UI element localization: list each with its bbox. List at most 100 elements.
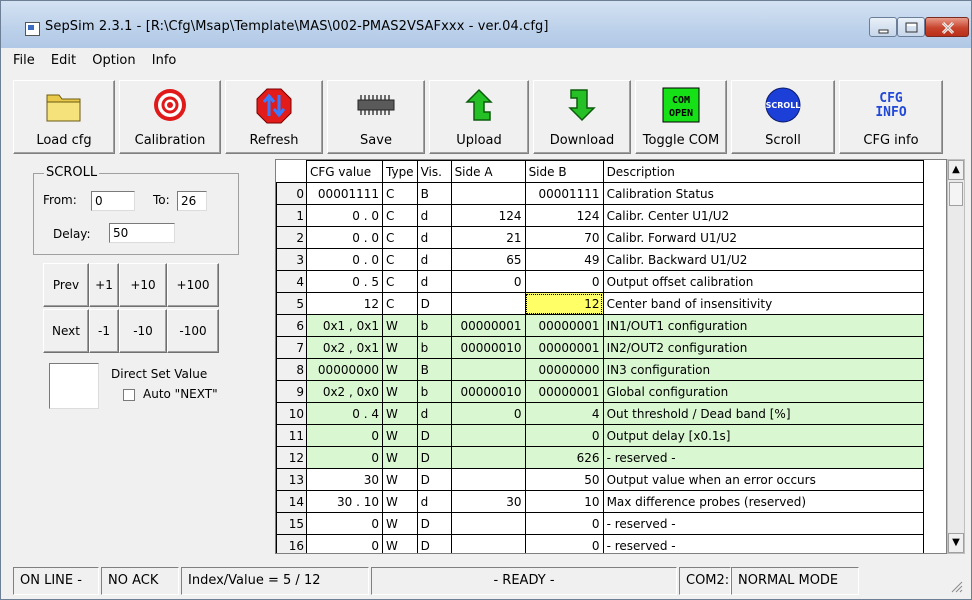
side-b-cell[interactable]: 10 <box>524 490 604 513</box>
cfg-value-cell[interactable]: 0x2 , 0x0 <box>306 380 383 403</box>
download-button[interactable]: Download <box>533 80 631 154</box>
menu-file[interactable]: File <box>13 53 35 68</box>
cfg-value-cell[interactable]: 30 <box>306 468 383 491</box>
resize-grip-icon[interactable] <box>951 581 963 593</box>
side-a-cell[interactable] <box>450 424 526 447</box>
minus-100-button[interactable]: -100 <box>167 309 219 353</box>
table-row[interactable]: 10 0 . 4 Wd 0 4 Out threshold / Dead band [%] <box>276 402 924 425</box>
refresh-button[interactable]: Refresh <box>225 80 323 154</box>
side-a-cell[interactable]: 65 <box>450 248 526 271</box>
plus-10-button[interactable]: +10 <box>119 263 167 307</box>
menu-option[interactable]: Option <box>92 53 135 68</box>
cfg-value-cell[interactable]: 0 <box>306 424 383 447</box>
table-row[interactable]: 5 12 C D 12 Center band of insensitivity <box>276 292 924 315</box>
side-b-cell[interactable]: 00000001 <box>524 314 604 337</box>
scroll-button[interactable]: SCROLL Scroll <box>731 80 835 154</box>
side-b-cell[interactable]: 0 <box>524 534 604 553</box>
direct-set-value-field[interactable] <box>49 363 99 409</box>
scroll-thumb[interactable] <box>949 182 963 206</box>
side-a-cell[interactable]: 21 <box>450 226 526 249</box>
cfg-value-cell[interactable]: 0x2 , 0x1 <box>306 336 383 359</box>
side-a-cell[interactable] <box>450 512 526 535</box>
cfg-value-cell[interactable]: 0x1 , 0x1 <box>306 314 383 337</box>
cfg-value-cell[interactable]: 0 . 0 <box>306 204 383 227</box>
side-b-cell[interactable]: 0 <box>524 424 604 447</box>
side-b-cell[interactable]: 12 <box>524 292 604 315</box>
load-cfg-button[interactable]: Load cfg <box>13 80 115 154</box>
table-row[interactable]: 14 30 . 10 Wd 30 10 Max difference probes (re… <box>276 490 924 513</box>
side-b-cell[interactable]: 00000001 <box>524 336 604 359</box>
col-side-a[interactable]: Side A <box>450 160 526 183</box>
table-row[interactable]: 10 . 0 Cd 124 124 Calibr. Center U1/U2 <box>276 204 924 227</box>
toggle-com-button[interactable]: COM OPEN Toggle COM <box>635 80 727 154</box>
cfg-value-cell[interactable]: 0 <box>306 512 383 535</box>
cfg-value-cell[interactable]: 0 . 0 <box>306 248 383 271</box>
delay-field[interactable]: 50 <box>109 223 175 243</box>
table-row[interactable]: 8 00000000 W B 00000000 IN3 configuration <box>276 358 924 381</box>
plus-1-button[interactable]: +1 <box>89 263 119 307</box>
table-row[interactable]: 40 . 5 Cd 0 0 Output offset calibration <box>276 270 924 293</box>
table-row[interactable]: 11 0 W D 0 Output delay [x0.1s] <box>276 424 924 447</box>
side-b-cell[interactable]: 626 <box>524 446 604 469</box>
scroll-down-icon[interactable]: ▼ <box>948 533 964 553</box>
plus-100-button[interactable]: +100 <box>167 263 219 307</box>
table-row[interactable]: 7 0x2 , 0x1 Wb 00000010 00000001 IN2/OUT2 con… <box>276 336 924 359</box>
cfg-value-cell[interactable]: 0 . 5 <box>306 270 383 293</box>
cfg-value-cell[interactable]: 00000000 <box>306 358 383 381</box>
auto-next-checkbox[interactable] <box>123 389 135 401</box>
side-b-cell[interactable]: 49 <box>524 248 604 271</box>
side-a-cell[interactable] <box>450 446 526 469</box>
side-a-cell[interactable] <box>450 358 526 381</box>
side-b-cell[interactable]: 0 <box>524 512 604 535</box>
maximize-button[interactable] <box>897 17 925 37</box>
table-row[interactable]: 16 0 W D 0- reserved - <box>276 534 924 553</box>
side-a-cell[interactable]: 124 <box>450 204 526 227</box>
cfg-value-cell[interactable]: 0 . 0 <box>306 226 383 249</box>
to-field[interactable]: 26 <box>177 191 207 211</box>
side-a-cell[interactable] <box>450 468 526 491</box>
cfg-value-cell[interactable]: 0 . 4 <box>306 402 383 425</box>
side-b-cell[interactable]: 124 <box>524 204 604 227</box>
col-vis[interactable]: Vis. <box>416 160 452 183</box>
from-field[interactable]: 0 <box>91 191 135 211</box>
side-a-cell[interactable] <box>450 182 526 205</box>
side-a-cell[interactable]: 00000010 <box>450 336 526 359</box>
table-row[interactable]: 15 0 W D 0- reserved - <box>276 512 924 535</box>
save-button[interactable]: Save <box>327 80 425 154</box>
calibration-button[interactable]: Calibration <box>119 80 221 154</box>
menu-info[interactable]: Info <box>152 53 177 68</box>
table-row[interactable]: 13 30 W D 50 Output value when an error occur… <box>276 468 924 491</box>
table-row[interactable]: 6 0x1 , 0x1 Wb 00000001 00000001 IN1/OUT1 con… <box>276 314 924 337</box>
cfg-value-cell[interactable]: 30 . 10 <box>306 490 383 513</box>
table-row[interactable]: 30 . 0 Cd 65 49 Calibr. Backward U1/U2 <box>276 248 924 271</box>
vertical-scrollbar[interactable]: ▲ ▼ <box>947 159 965 554</box>
side-a-cell[interactable]: 00000010 <box>450 380 526 403</box>
side-a-cell[interactable] <box>450 292 526 315</box>
side-b-cell[interactable]: 00001111 <box>524 182 604 205</box>
col-side-b[interactable]: Side B <box>524 160 604 183</box>
upload-button[interactable]: Upload <box>429 80 529 154</box>
next-button[interactable]: Next <box>43 309 89 353</box>
side-b-cell[interactable]: 50 <box>524 468 604 491</box>
scroll-up-icon[interactable]: ▲ <box>948 160 964 180</box>
cfg-value-cell[interactable]: 00001111 <box>306 182 383 205</box>
side-a-cell[interactable]: 0 <box>450 402 526 425</box>
cfg-info-button[interactable]: CFG INFO CFG info <box>839 80 943 154</box>
col-cfg-value[interactable]: CFG value <box>306 160 383 183</box>
prev-button[interactable]: Prev <box>43 263 89 307</box>
minimize-button[interactable] <box>869 17 897 37</box>
side-b-cell[interactable]: 00000000 <box>524 358 604 381</box>
cfg-value-cell[interactable]: 0 <box>306 534 383 553</box>
table-row[interactable]: 0 00001111 C B 00001111 Calibration Status <box>276 182 924 205</box>
side-a-cell[interactable] <box>450 534 526 553</box>
cfg-value-cell[interactable]: 12 <box>306 292 383 315</box>
table-row[interactable]: 20 . 0 Cd 21 70 Calibr. Forward U1/U2 <box>276 226 924 249</box>
side-b-cell[interactable]: 70 <box>524 226 604 249</box>
side-b-cell[interactable]: 4 <box>524 402 604 425</box>
side-a-cell[interactable]: 0 <box>450 270 526 293</box>
cfg-value-cell[interactable]: 0 <box>306 446 383 469</box>
side-a-cell[interactable]: 00000001 <box>450 314 526 337</box>
close-button[interactable] <box>925 17 969 37</box>
col-description[interactable]: Description <box>602 160 924 183</box>
side-b-cell[interactable]: 00000001 <box>524 380 604 403</box>
